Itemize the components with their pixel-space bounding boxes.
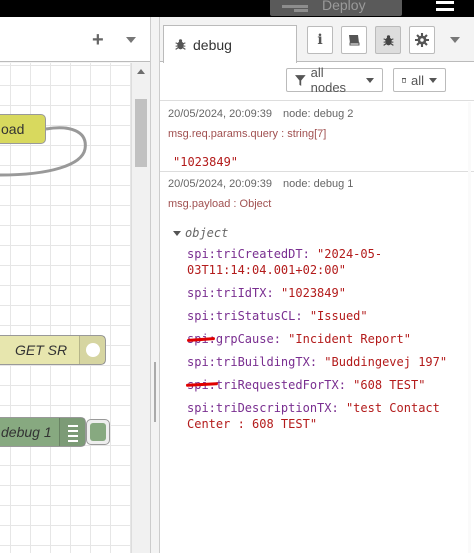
sidebar-menu-button[interactable] [450, 37, 460, 43]
node-label: debug 1 [1, 424, 52, 440]
deploy-button[interactable]: Deploy [270, 0, 402, 16]
property-row[interactable]: spi:grpCause: "Incident Report" [187, 331, 459, 347]
chevron-down-icon [366, 77, 374, 83]
property-value: "Buddingevej 197" [324, 355, 448, 369]
clear-messages-button[interactable]: all [393, 68, 446, 92]
deploy-label: Deploy [322, 0, 366, 13]
deploy-icon [282, 3, 308, 13]
property-value: "Incident Report" [288, 332, 411, 346]
property-value: "Issued" [309, 309, 368, 323]
deploy-options-button[interactable] [404, 0, 408, 16]
header-bar: Deploy [0, 0, 474, 17]
property-row[interactable]: spi:triCreatedDT: "2024-05-03T11:14:04.0… [187, 246, 459, 278]
filter-nodes-button[interactable]: all nodes [286, 65, 383, 95]
tab-label: debug [193, 36, 232, 53]
trash-icon [402, 78, 406, 83]
object-label: object [185, 226, 229, 240]
workspace-tabs: + [0, 17, 150, 62]
property-key: spi:triIdTX [187, 286, 267, 300]
property-row[interactable]: spi:triDescriptionTX: "test Contact Cent… [187, 400, 459, 432]
filter-icon [295, 74, 306, 86]
debug-toolbar: all nodes all [160, 63, 474, 101]
node-label: oad [1, 121, 25, 137]
book-icon [349, 35, 360, 46]
tab-debug[interactable]: debug [163, 25, 297, 63]
sidebar: debug i all nodes all 20/05/2024, 20:09:… [160, 17, 474, 553]
message-topic: msg.req.params.query : string[7] [168, 128, 327, 140]
add-flow-button[interactable]: + [92, 29, 104, 52]
chevron-down-icon [429, 77, 437, 83]
message-node-link[interactable]: node: debug 2 [283, 108, 353, 120]
menu-icon [436, 1, 454, 4]
inject-node[interactable]: oad [0, 114, 46, 144]
globe-icon [79, 336, 105, 364]
debugger-button[interactable] [375, 26, 401, 54]
caret-down-icon [173, 230, 181, 236]
object-properties: spi:triCreatedDT: "2024-05-03T11:14:04.0… [187, 246, 466, 432]
debug-message-list: 20/05/2024, 20:09:39 node: debug 2 msg.r… [160, 102, 474, 553]
gear-icon [415, 33, 429, 47]
bug-icon [175, 39, 186, 50]
main-menu-button[interactable] [432, 0, 456, 16]
info-button[interactable]: i [307, 26, 333, 54]
flow-canvas[interactable]: oad GET SR debug 1 [0, 63, 131, 553]
property-key: spi:triCreatedDT [187, 247, 303, 261]
sidebar-separator[interactable] [150, 17, 160, 553]
property-row[interactable]: spi:triStatusCL: "Issued" [187, 308, 459, 324]
clear-label: all [410, 72, 424, 88]
sidebar-tabs: debug i [160, 17, 474, 63]
config-button[interactable] [409, 26, 435, 54]
property-key: spi:triBuildingTX [187, 355, 310, 369]
debug-message[interactable]: 20/05/2024, 20:09:39 node: debug 2 msg.r… [160, 102, 474, 172]
message-node-link[interactable]: node: debug 1 [283, 178, 353, 190]
property-value: "608 TEST" [353, 378, 426, 392]
message-meta: 20/05/2024, 20:09:39 node: debug 1 [168, 178, 466, 192]
property-key: spi:triDescriptionTX [187, 401, 332, 415]
flow-list-button[interactable] [126, 37, 136, 43]
property-row[interactable]: spi:triIdTX: "1023849" [187, 285, 459, 301]
workspace-scrollbar[interactable] [131, 63, 150, 553]
message-value[interactable]: "1023849" [173, 155, 466, 171]
list-icon [59, 418, 85, 446]
message-timestamp: 20/05/2024, 20:09:39 [168, 108, 272, 120]
message-topic: msg.payload : Object [168, 198, 272, 210]
object-toggle[interactable]: object [173, 226, 466, 240]
scroll-up-icon[interactable] [137, 69, 145, 74]
resize-handle[interactable] [154, 362, 156, 422]
sidebar-scrollbar[interactable] [468, 102, 471, 553]
bug-icon [382, 34, 394, 46]
property-row[interactable]: spi:triRequestedForTX: "608 TEST" [187, 377, 459, 393]
debug-toggle-button[interactable] [86, 419, 110, 445]
property-value: "1023849" [280, 286, 346, 300]
property-key: spi:triStatusCL [187, 309, 296, 323]
scrollbar-thumb[interactable] [135, 99, 147, 167]
message-meta: 20/05/2024, 20:09:39 node: debug 2 [168, 108, 466, 122]
info-icon: i [317, 32, 323, 48]
http-request-node[interactable]: GET SR [0, 335, 106, 365]
node-label: GET SR [15, 342, 68, 358]
help-button[interactable] [341, 26, 367, 54]
workspace: + oad GET SR debug 1 [0, 17, 150, 553]
debug-node[interactable]: debug 1 [0, 417, 86, 447]
debug-message[interactable]: 20/05/2024, 20:09:39 node: debug 1 msg.p… [160, 172, 474, 444]
property-row[interactable]: spi:triBuildingTX: "Buddingevej 197" [187, 354, 459, 370]
filter-label: all nodes [310, 65, 347, 95]
message-timestamp: 20/05/2024, 20:09:39 [168, 178, 272, 190]
